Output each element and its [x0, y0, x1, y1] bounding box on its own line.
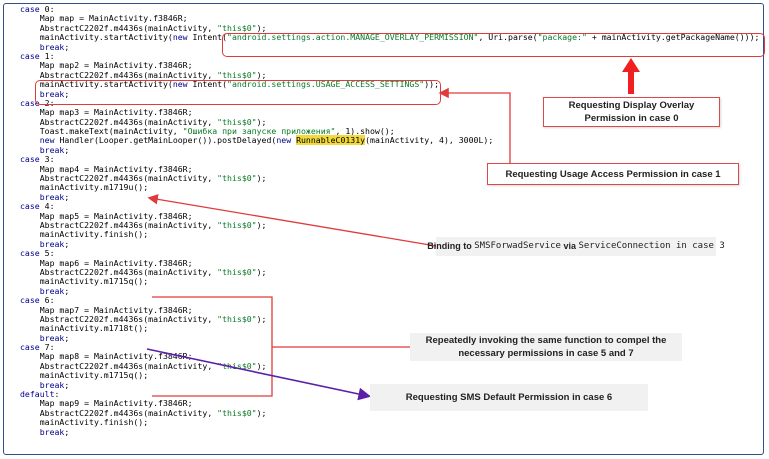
sms-default-callout: Requesting SMS Default Permission in cas…: [370, 384, 648, 411]
overlay-arrow: [622, 58, 640, 94]
usage-callout: Requesting Usage Access Permission in ca…: [487, 163, 739, 185]
binding-callout: Binding to SMSForwadService via ServiceC…: [427, 237, 725, 256]
repeat-callout: Repeatedly invoking the same function to…: [410, 333, 682, 361]
binding-mid: via: [560, 241, 579, 251]
overlay-callout: Requesting Display Overlay Permission in…: [543, 97, 720, 127]
binding-prefix: Binding to: [427, 241, 475, 251]
binding-arrow: [147, 194, 437, 247]
overlay-callout-text: Requesting Display Overlay Permission in…: [568, 100, 695, 124]
binding-service: SMSForwadService: [474, 241, 561, 251]
binding-suffix: in case 3: [670, 241, 725, 251]
usage-arrow: [438, 87, 511, 163]
usage-callout-text: Requesting Usage Access Permission in ca…: [505, 168, 721, 180]
binding-conn: ServiceConnection: [578, 241, 671, 251]
sms-default-callout-text: Requesting SMS Default Permission in cas…: [405, 392, 613, 403]
repeat-bracket: [152, 296, 410, 397]
sms-default-arrow: [146, 348, 372, 401]
repeat-callout-text: Repeatedly invoking the same function to…: [425, 335, 667, 359]
